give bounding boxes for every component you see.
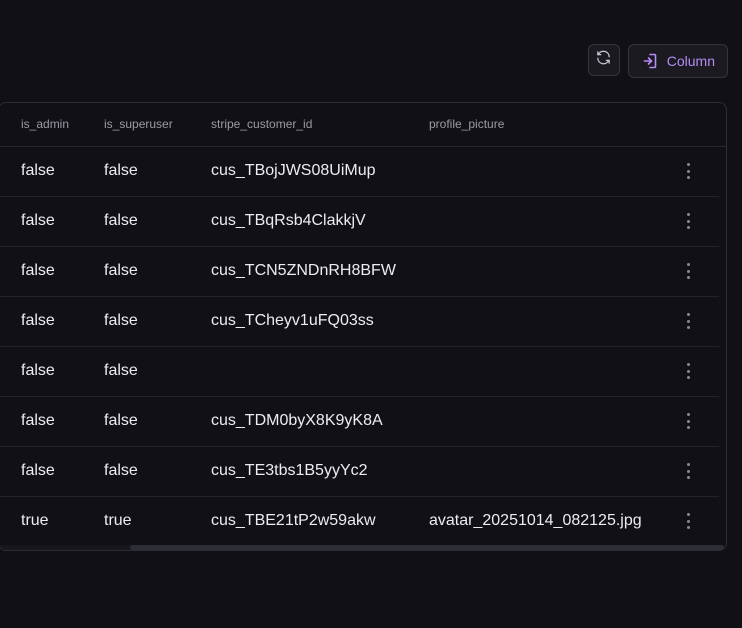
- cell-is-superuser: true: [104, 512, 132, 529]
- table-row[interactable]: false false cus_TCN5ZNDnRH8BFW: [0, 246, 719, 297]
- cell-is-admin: false: [21, 162, 55, 179]
- cell-is-admin: false: [21, 412, 55, 429]
- horizontal-scrollbar[interactable]: [0, 545, 726, 550]
- add-column-label: Column: [666, 53, 715, 69]
- more-vertical-icon[interactable]: [683, 163, 693, 179]
- cell-is-superuser: false: [104, 162, 138, 179]
- cell-is-superuser: false: [104, 362, 138, 379]
- cell-profile-picture: avatar_20251014_082125.jpg: [429, 512, 642, 529]
- table-row[interactable]: false false cus_TBojJWS08UiMup: [0, 146, 719, 197]
- table-row[interactable]: false false cus_TBqRsb4ClakkjV: [0, 196, 719, 247]
- cell-stripe-customer-id: cus_TDM0byX8K9yK8A: [211, 412, 383, 429]
- column-header-is-admin[interactable]: is_admin: [21, 117, 69, 131]
- cell-is-admin: false: [21, 262, 55, 279]
- cell-is-admin: false: [21, 212, 55, 229]
- refresh-button[interactable]: [587, 44, 620, 76]
- column-header-is-superuser[interactable]: is_superuser: [104, 117, 173, 131]
- cell-is-superuser: false: [104, 262, 138, 279]
- cell-stripe-customer-id: cus_TBojJWS08UiMup: [211, 162, 376, 179]
- cell-stripe-customer-id: cus_TCheyv1uFQ03ss: [211, 312, 374, 329]
- cell-is-admin: false: [21, 362, 55, 379]
- add-column-button[interactable]: Column: [627, 44, 728, 78]
- column-header-profile-picture[interactable]: profile_picture: [429, 117, 504, 131]
- refresh-icon: [595, 49, 612, 71]
- cell-stripe-customer-id: cus_TBqRsb4ClakkjV: [211, 212, 366, 229]
- more-vertical-icon[interactable]: [683, 413, 693, 429]
- cell-is-superuser: false: [104, 212, 138, 229]
- cell-is-superuser: false: [104, 462, 138, 479]
- cell-is-admin: true: [21, 512, 49, 529]
- table-toolbar: Column: [587, 44, 728, 78]
- cell-is-superuser: false: [104, 412, 138, 429]
- more-vertical-icon[interactable]: [683, 263, 693, 279]
- more-vertical-icon[interactable]: [683, 313, 693, 329]
- table-row[interactable]: false false cus_TDM0byX8K9yK8A: [0, 396, 719, 447]
- more-vertical-icon[interactable]: [683, 463, 693, 479]
- cell-stripe-customer-id: cus_TCN5ZNDnRH8BFW: [211, 262, 396, 279]
- cell-is-admin: false: [21, 312, 55, 329]
- more-vertical-icon[interactable]: [683, 213, 693, 229]
- table-row[interactable]: true true cus_TBE21tP2w59akw avatar_2025…: [0, 496, 719, 546]
- table-row[interactable]: false false cus_TCheyv1uFQ03ss: [0, 296, 719, 347]
- column-header-stripe-customer-id[interactable]: stripe_customer_id: [211, 117, 312, 131]
- more-vertical-icon[interactable]: [683, 363, 693, 379]
- table-row[interactable]: false false cus_TE3tbs1B5yyYc2: [0, 446, 719, 497]
- more-vertical-icon[interactable]: [683, 513, 693, 529]
- cell-is-admin: false: [21, 462, 55, 479]
- data-table: is_admin is_superuser stripe_customer_id…: [0, 102, 727, 551]
- table-header: is_admin is_superuser stripe_customer_id…: [0, 103, 726, 147]
- scrollbar-thumb[interactable]: [130, 545, 724, 550]
- cell-stripe-customer-id: cus_TE3tbs1B5yyYc2: [211, 462, 368, 479]
- cell-is-superuser: false: [104, 312, 138, 329]
- cell-stripe-customer-id: cus_TBE21tP2w59akw: [211, 512, 376, 529]
- table-row[interactable]: false false: [0, 346, 719, 397]
- column-add-icon: [643, 53, 657, 69]
